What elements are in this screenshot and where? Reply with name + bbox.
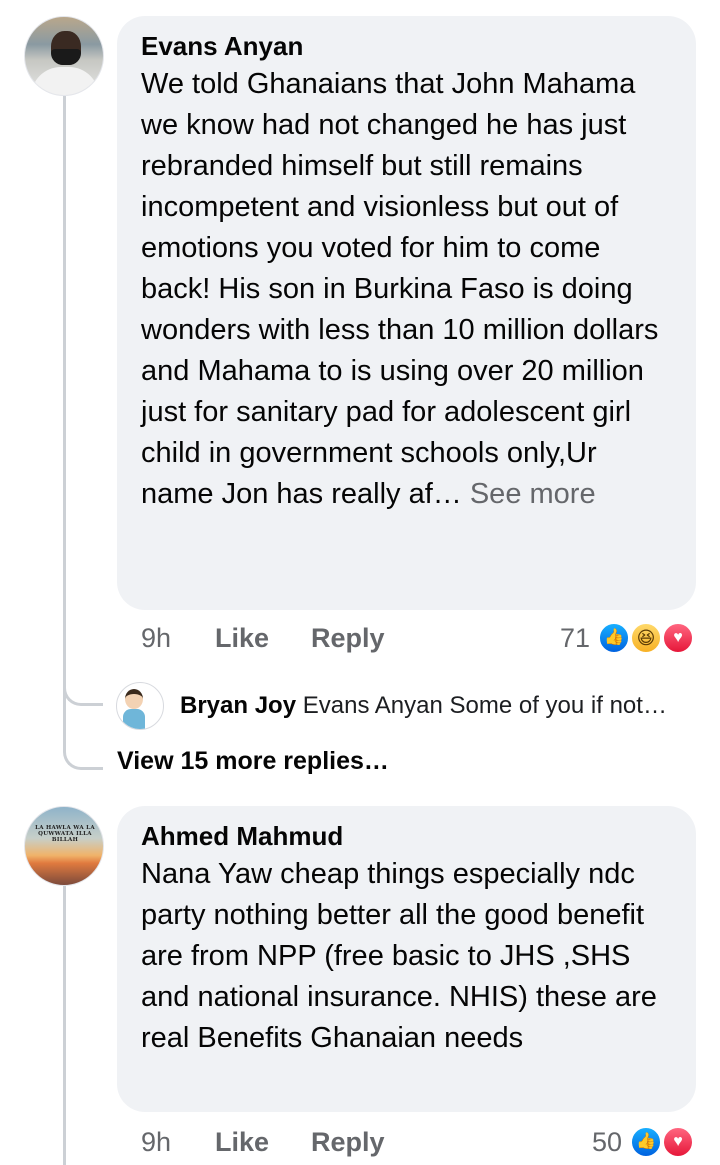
reply-button[interactable]: Reply — [311, 618, 385, 658]
reply-text: Evans Anyan Some of you if not… — [302, 692, 667, 719]
see-more-link[interactable]: See more — [470, 478, 596, 510]
comment-author[interactable]: Evans Anyan — [141, 30, 672, 62]
thread-connector-view-more — [63, 700, 103, 770]
comment-bubble: Ahmed Mahmud Nana Yaw cheap things espec… — [117, 806, 696, 1112]
comment-author[interactable]: Ahmed Mahmud — [141, 820, 672, 852]
comment-text: Nana Yaw cheap things especially ndc par… — [141, 858, 657, 1054]
comment-bubble: Evans Anyan We told Ghanaians that John … — [117, 16, 696, 610]
comment-actions: 9h Like Reply — [141, 1122, 401, 1162]
like-button[interactable]: Like — [215, 618, 269, 658]
reply-preview[interactable]: Bryan Joy Evans Anyan Some of you if not… — [180, 688, 700, 724]
thread-line — [63, 886, 66, 1165]
avatar-ahmed-mahmud[interactable]: LA HAWLA WA LA QUWWATA ILLA BILLAH — [24, 806, 104, 886]
comments-thread: Evans Anyan We told Ghanaians that John … — [0, 0, 720, 1165]
avatar-face-mask — [51, 49, 81, 65]
haha-icon: 😆 — [630, 622, 662, 654]
reaction-summary[interactable]: 50 👍 ♥ — [588, 1122, 698, 1162]
reaction-count: 50 — [592, 1127, 623, 1157]
comment-actions: 9h Like Reply — [141, 618, 401, 658]
reaction-count: 71 — [560, 623, 591, 653]
reaction-summary[interactable]: 71 👍 😆 ♥ — [556, 618, 698, 658]
like-icon: 👍 — [598, 622, 630, 654]
avatar-cartoon-head — [125, 689, 143, 709]
avatar-evans-anyan[interactable] — [24, 16, 104, 96]
comment-timestamp[interactable]: 9h — [141, 1122, 171, 1162]
avatar-cartoon-body — [123, 709, 145, 729]
love-icon: ♥ — [662, 1126, 694, 1158]
comment-body: We told Ghanaians that John Mahama we kn… — [141, 68, 659, 510]
avatar-bryan-joy[interactable] — [116, 682, 164, 730]
avatar-shirt — [31, 67, 99, 95]
love-icon: ♥ — [662, 622, 694, 654]
like-icon: 👍 — [630, 1126, 662, 1158]
view-more-replies-link[interactable]: View 15 more replies… — [117, 743, 389, 779]
reply-author[interactable]: Bryan Joy — [180, 692, 296, 719]
thread-line — [63, 96, 66, 706]
comment-timestamp[interactable]: 9h — [141, 618, 171, 658]
comment-text: We told Ghanaians that John Mahama we kn… — [141, 64, 672, 515]
like-button[interactable]: Like — [215, 1122, 269, 1162]
reply-button[interactable]: Reply — [311, 1122, 385, 1162]
avatar-sign-text: LA HAWLA WA LA QUWWATA ILLA BILLAH — [35, 825, 95, 843]
